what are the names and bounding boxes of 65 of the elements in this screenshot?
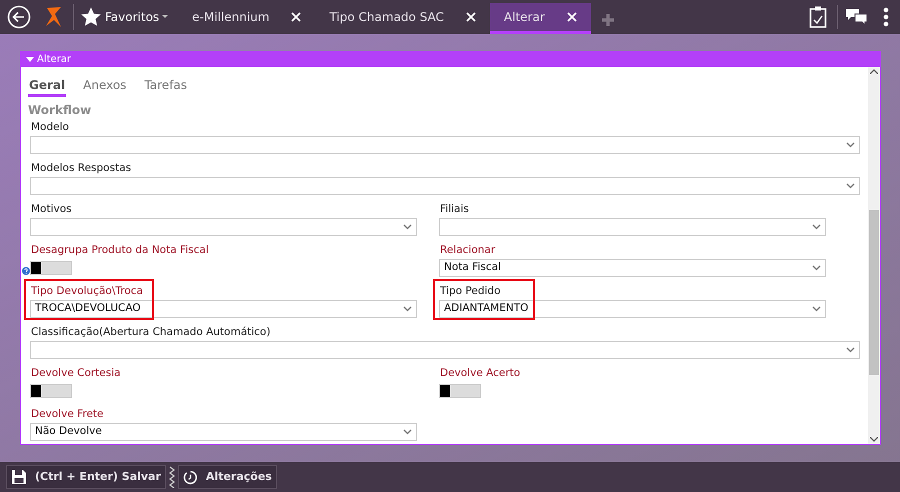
tab[interactable]: Tarefas: [143, 75, 188, 97]
clipboard-icon[interactable]: [809, 5, 827, 29]
dropdown-field[interactable]: ADIANTAMENTO: [439, 300, 826, 318]
field-label: Motivos: [30, 202, 72, 217]
field-label: Tipo Pedido: [439, 284, 501, 299]
tab[interactable]: Alterar: [490, 3, 591, 34]
chevron-down-icon[interactable]: [812, 265, 821, 271]
toggle-switch[interactable]: [30, 261, 72, 275]
chevron-down-icon[interactable]: [812, 224, 821, 230]
chevron-down-icon[interactable]: [846, 347, 855, 353]
field-label: Devolve Acerto: [439, 366, 520, 381]
close-icon[interactable]: [466, 12, 476, 22]
chevron-down-icon[interactable]: [812, 306, 821, 312]
tab[interactable]: Anexos: [82, 75, 128, 97]
tab[interactable]: Geral: [28, 75, 66, 97]
caret-icon[interactable]: [162, 15, 168, 19]
plus-icon[interactable]: [600, 13, 615, 27]
scroll-up-icon[interactable]: [870, 69, 878, 74]
panel-header[interactable]: Alterar: [21, 52, 880, 67]
changes-button[interactable]: Alterações: [178, 465, 277, 489]
help-icon[interactable]: [22, 267, 30, 275]
field-label: Devolve Cortesia: [30, 366, 121, 381]
tab[interactable]: Tipo Chamado SAC: [315, 3, 490, 34]
dropdown-field[interactable]: [30, 341, 860, 359]
scrollbar[interactable]: [868, 67, 880, 444]
save-button[interactable]: (Ctrl + Enter) Salvar: [6, 465, 166, 489]
dropdown-field[interactable]: TROCA\DEVOLUCAO: [30, 300, 417, 318]
chat-icon[interactable]: [845, 7, 869, 27]
close-icon[interactable]: [566, 12, 577, 22]
scroll-down-icon[interactable]: [870, 437, 878, 442]
dropdown-field[interactable]: Nota Fiscal: [439, 259, 826, 277]
dropdown-field[interactable]: [30, 218, 417, 236]
grip-icon: [168, 466, 175, 488]
field-label: Modelos Respostas: [30, 161, 132, 176]
field-label: Modelo: [30, 120, 69, 135]
more-icon[interactable]: [883, 7, 889, 27]
toggle-switch[interactable]: [439, 384, 481, 398]
field-label: Devolve Frete: [30, 407, 104, 422]
panel-title: Alterar: [37, 54, 72, 64]
favorites-menu[interactable]: Favoritos: [105, 8, 168, 26]
dropdown-field[interactable]: [30, 136, 860, 154]
field-label: Relacionar: [439, 243, 496, 258]
section-title: Workflow: [28, 103, 92, 117]
dropdown-field[interactable]: Não Devolve: [30, 423, 417, 441]
chevron-down-icon[interactable]: [846, 142, 855, 148]
field-label: Tipo Devolução\Troca: [30, 284, 143, 299]
close-icon[interactable]: [291, 12, 302, 22]
chevron-down-icon[interactable]: [403, 306, 412, 312]
star-icon[interactable]: [80, 6, 102, 28]
logo-icon[interactable]: [45, 6, 63, 28]
chevron-down-icon[interactable]: [403, 224, 412, 230]
scroll-thumb[interactable]: [869, 210, 879, 375]
collapse-icon[interactable]: [26, 56, 34, 62]
toggle-switch[interactable]: [30, 384, 72, 398]
field-label: Classificação(Abertura Chamado Automático): [30, 325, 270, 340]
chevron-down-icon[interactable]: [403, 429, 412, 435]
back-icon[interactable]: [7, 5, 31, 29]
dropdown-field[interactable]: [439, 218, 826, 236]
tab[interactable]: e-Millennium: [178, 3, 316, 34]
chevron-down-icon[interactable]: [846, 183, 855, 189]
history-icon: [182, 470, 198, 484]
save-icon: [11, 469, 27, 485]
field-label: Filiais: [439, 202, 469, 217]
dropdown-field[interactable]: [30, 177, 860, 195]
field-label: Desagrupa Produto da Nota Fiscal: [30, 243, 209, 258]
